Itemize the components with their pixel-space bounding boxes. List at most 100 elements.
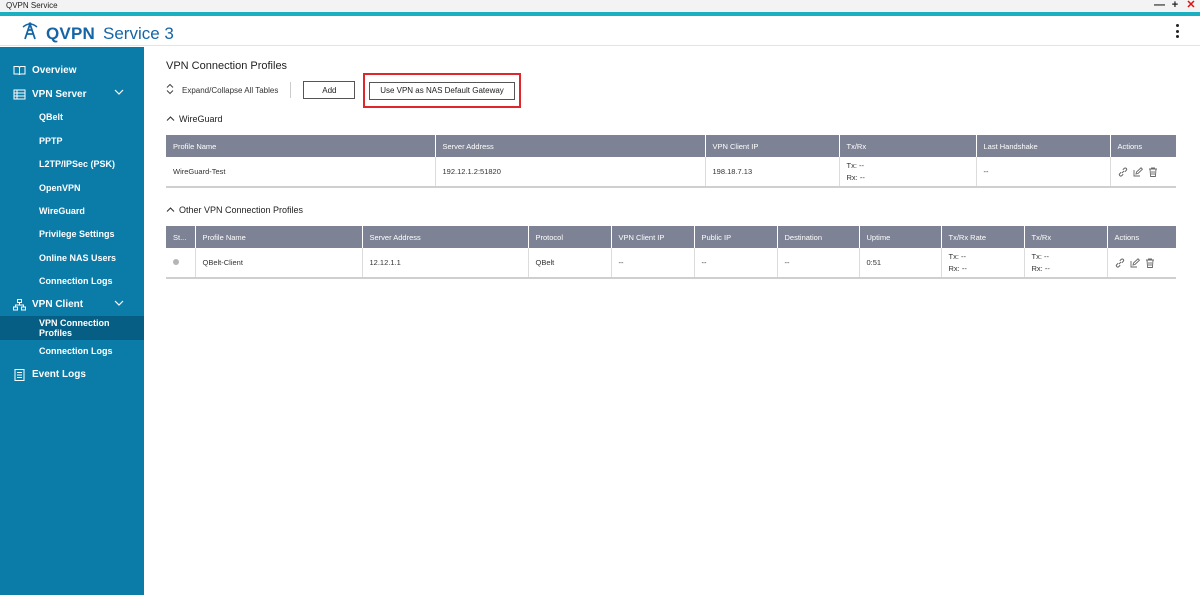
table-row[interactable]: WireGuard-Test 192.12.1.2:51820 198.18.7… — [166, 157, 1176, 188]
section-title: Other VPN Connection Profiles — [179, 205, 304, 215]
app-logo: QVPN Service 3 — [20, 21, 174, 46]
column-header[interactable]: Destination — [777, 226, 860, 248]
sidebar-item-wireguard[interactable]: WireGuard — [0, 199, 144, 222]
column-header: Actions — [1110, 135, 1176, 157]
connect-link-icon[interactable] — [1118, 167, 1128, 177]
delete-icon[interactable] — [1148, 167, 1158, 177]
column-header[interactable]: Profile Name — [195, 226, 363, 248]
other-vpn-section-toggle[interactable]: Other VPN Connection Profiles — [166, 205, 303, 215]
column-header[interactable]: VPN Client IP — [611, 226, 695, 248]
sidebar-item-label: QBelt — [39, 112, 64, 123]
chevron-down-icon[interactable] — [114, 299, 124, 310]
close-button[interactable]: ✕ — [1186, 0, 1196, 11]
sidebar-item-label: Online NAS Users — [39, 252, 117, 263]
rx-value: Rx: -- — [1031, 263, 1050, 273]
tx-rx-cell: Tx: -- Rx: -- — [1024, 248, 1108, 279]
column-header[interactable]: Tx/Rx Rate — [941, 226, 1025, 248]
app-header: QVPN Service 3 — [0, 16, 1200, 46]
qvpn-logo-icon — [20, 21, 40, 46]
edit-icon[interactable] — [1133, 166, 1143, 177]
sidebar-item-client-connection-logs[interactable]: Connection Logs — [0, 340, 144, 363]
sidebar-item-pptp[interactable]: PPTP — [0, 129, 144, 152]
toolbar-divider — [290, 82, 292, 98]
actions-cell — [1107, 248, 1176, 279]
gateway-highlight-box: Use VPN as NAS Default Gateway — [363, 73, 521, 108]
sidebar-item-vpn-client[interactable]: VPN Client — [0, 293, 144, 316]
status-indicator-icon — [173, 259, 179, 265]
section-title: WireGuard — [179, 114, 223, 124]
use-vpn-default-gateway-button[interactable]: Use VPN as NAS Default Gateway — [369, 81, 515, 100]
column-header[interactable]: St... — [166, 226, 196, 248]
sidebar-item-qbelt[interactable]: QBelt — [0, 106, 144, 129]
server-address-cell: 12.12.1.1 — [362, 248, 529, 279]
connect-link-icon[interactable] — [1115, 258, 1125, 268]
status-cell — [166, 248, 196, 279]
expand-collapse-all-button[interactable]: Expand/Collapse All Tables — [166, 83, 278, 97]
more-options-icon[interactable] — [1174, 24, 1180, 38]
tx-rate-value: Tx: -- — [948, 251, 967, 261]
column-header[interactable]: Server Address — [435, 135, 706, 157]
maximize-button[interactable]: + — [1170, 0, 1180, 11]
column-header[interactable]: Tx/Rx — [839, 135, 977, 157]
column-header[interactable]: Public IP — [694, 226, 778, 248]
profile-name-cell: QBelt-Client — [195, 248, 363, 279]
rx-value: Rx: -- — [846, 172, 865, 182]
vpn-client-ip-cell: 198.18.7.13 — [705, 157, 840, 188]
column-header[interactable]: Server Address — [362, 226, 529, 248]
chevron-up-icon — [166, 114, 175, 124]
wireguard-section-toggle[interactable]: WireGuard — [166, 114, 223, 124]
other-vpn-table: St... Profile Name Server Address Protoc… — [166, 226, 1176, 279]
public-ip-cell: -- — [694, 248, 778, 279]
sidebar: Overview VPN Server QBelt PPTP L2TP/IPSe… — [0, 47, 144, 595]
sidebar-item-label: L2TP/IPSec (PSK) — [39, 159, 116, 170]
column-header[interactable]: Profile Name — [166, 135, 436, 157]
column-header[interactable]: VPN Client IP — [705, 135, 840, 157]
sidebar-item-overview[interactable]: Overview — [0, 59, 144, 82]
page-title: VPN Connection Profiles — [166, 60, 288, 72]
product-name: Service 3 — [102, 23, 174, 43]
sidebar-item-label: Connection Logs — [39, 346, 113, 357]
edit-icon[interactable] — [1130, 257, 1140, 268]
sidebar-item-label: Privilege Settings — [39, 229, 115, 240]
column-header[interactable]: Protocol — [528, 226, 612, 248]
sidebar-item-l2tp[interactable]: L2TP/IPSec (PSK) — [0, 153, 144, 176]
log-icon — [12, 368, 26, 381]
sidebar-item-label: WireGuard — [39, 206, 85, 217]
table-header-row: Profile Name Server Address VPN Client I… — [166, 135, 1176, 157]
sidebar-item-openvpn[interactable]: OpenVPN — [0, 176, 144, 199]
profile-name-cell: WireGuard-Test — [166, 157, 436, 188]
sidebar-item-vpn-connection-profiles[interactable]: VPN Connection Profiles — [0, 316, 144, 340]
server-icon — [12, 88, 26, 100]
expand-collapse-icon — [166, 83, 174, 97]
delete-icon[interactable] — [1145, 258, 1155, 268]
window-title: QVPN Service — [6, 1, 58, 10]
sidebar-item-label: VPN Server — [32, 88, 87, 100]
wireguard-table: Profile Name Server Address VPN Client I… — [166, 135, 1176, 188]
network-icon — [12, 298, 26, 311]
sidebar-item-server-connection-logs[interactable]: Connection Logs — [0, 270, 144, 293]
sidebar-item-vpn-server[interactable]: VPN Server — [0, 82, 144, 105]
column-header[interactable]: Uptime — [859, 226, 942, 248]
sidebar-item-label: Connection Logs — [39, 276, 113, 287]
sidebar-item-label: PPTP — [39, 135, 63, 146]
minimize-button[interactable]: — — [1154, 0, 1165, 11]
actions-cell — [1110, 157, 1176, 188]
column-header[interactable]: Tx/Rx — [1024, 226, 1108, 248]
vpn-client-ip-cell: -- — [611, 248, 695, 279]
column-header: Actions — [1107, 226, 1176, 248]
sidebar-item-label: Event Logs — [32, 369, 86, 381]
add-button[interactable]: Add — [303, 81, 356, 99]
window-titlebar: QVPN Service — + ✕ — [0, 0, 1200, 12]
sidebar-item-label: VPN Client — [32, 299, 84, 311]
sidebar-item-label: VPN Connection Profiles — [39, 317, 110, 338]
sidebar-item-online-nas-users[interactable]: Online NAS Users — [0, 246, 144, 269]
chevron-down-icon[interactable] — [114, 88, 124, 99]
sidebar-item-event-logs[interactable]: Event Logs — [0, 363, 144, 386]
sidebar-item-privilege-settings[interactable]: Privilege Settings — [0, 223, 144, 246]
rx-rate-value: Rx: -- — [948, 263, 967, 273]
table-header-row: St... Profile Name Server Address Protoc… — [166, 226, 1176, 248]
table-row[interactable]: QBelt-Client 12.12.1.1 QBelt -- -- -- 0:… — [166, 248, 1176, 279]
brand-name: QVPN — [46, 23, 95, 43]
column-header[interactable]: Last Handshake — [976, 135, 1111, 157]
sidebar-item-label: Overview — [32, 65, 77, 77]
